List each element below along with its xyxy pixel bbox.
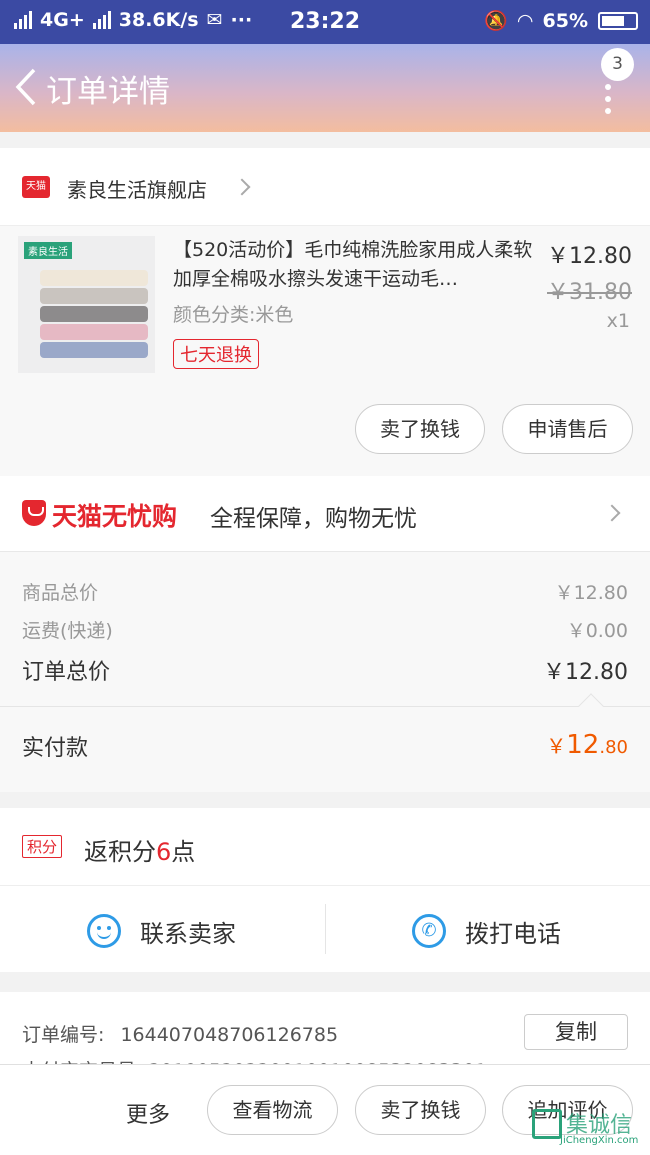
order-number-value: 164407048706126785: [120, 1024, 339, 1046]
tmall-logo-icon: 天猫: [22, 176, 50, 198]
bottom-action-bar: 更多 查看物流 卖了换钱 追加评价 集诚信 JiChengXin.com: [0, 1064, 650, 1155]
chevron-right-icon: [233, 178, 251, 196]
chat-face-icon: [87, 914, 121, 948]
watermark-subtext: JiChengXin.com: [560, 1135, 639, 1146]
shipping-value: ￥0.00: [566, 620, 628, 642]
view-logistics-button[interactable]: 查看物流: [207, 1085, 338, 1135]
product-price: ￥12.80: [547, 244, 632, 269]
caret-up-icon: [578, 693, 604, 719]
shield-icon: [22, 500, 46, 526]
wifi-icon: ◠: [517, 9, 533, 32]
paid-currency: ￥: [546, 734, 567, 758]
points-suffix: 点: [171, 838, 196, 866]
assurance-text: 全程保障，购物无忧: [210, 506, 417, 532]
message-badge[interactable]: 3: [601, 48, 634, 81]
assurance-brand: 天猫无忧购: [52, 502, 178, 531]
mute-icon: 🔕: [484, 10, 508, 32]
subtotal-value: ￥12.80: [554, 582, 628, 604]
sell-for-cash-bottom-button[interactable]: 卖了换钱: [355, 1085, 486, 1135]
divider: [325, 904, 326, 954]
order-total-value: ￥12.80: [543, 660, 628, 685]
points-tag: 积分: [22, 835, 63, 858]
after-sale-button[interactable]: 申请售后: [502, 404, 633, 454]
product-name: 【520活动价】毛巾纯棉洗脸家用成人柔软加厚全棉吸水擦头发速干运动毛…: [173, 239, 533, 290]
order-number-label: 订单编号:: [22, 1024, 105, 1046]
price-summary: 商品总价 ￥12.80 运费(快递) ￥0.00 订单总价 ￥12.80 实付款…: [0, 552, 650, 792]
points-text: 返积分6点: [84, 832, 195, 867]
back-icon[interactable]: [10, 64, 46, 110]
sell-for-cash-button[interactable]: 卖了换钱: [355, 404, 485, 454]
status-bar: 4G+ 38.6K/s ✉ ··· 23:22 🔕 ◠ 65%: [0, 0, 650, 44]
more-options-icon[interactable]: [604, 84, 612, 116]
return-policy-tag: 七天退换: [173, 339, 259, 369]
shop-name: 素良生活旗舰店: [67, 178, 207, 202]
points-row: 积分 返积分6点: [0, 808, 650, 886]
points-prefix: 返积分: [84, 838, 156, 866]
more-button[interactable]: 更多: [126, 1097, 170, 1129]
order-info: 订单编号: 164407048706126785 复制 支付宝交易号: 2019…: [0, 992, 650, 1082]
points-value: 6: [156, 838, 172, 866]
order-total-label: 订单总价: [22, 660, 111, 685]
phone-icon: ✆: [412, 914, 446, 948]
divider: [0, 706, 650, 707]
contact-row: 联系卖家 ✆ 拨打电话: [0, 886, 650, 972]
battery-percent: 65%: [542, 9, 588, 32]
thumbnail-brand-tag: 素良生活: [24, 242, 72, 259]
paid-integer: 12: [566, 730, 600, 760]
product-item[interactable]: 素良生活 【520活动价】毛巾纯棉洗脸家用成人柔软加厚全棉吸水擦头发速干运动毛……: [0, 226, 650, 476]
product-thumbnail[interactable]: 素良生活: [18, 236, 155, 373]
page-title: 订单详情: [46, 74, 170, 110]
paid-label: 实付款: [22, 736, 89, 761]
paid-amount: ￥12.80: [546, 730, 628, 760]
tmall-assurance-row[interactable]: 天猫无忧购 全程保障，购物无忧: [0, 476, 650, 552]
chevron-right-icon: [603, 504, 621, 522]
product-attribute: 颜色分类:米色: [173, 304, 294, 326]
shop-row[interactable]: 天猫 素良生活旗舰店: [0, 148, 650, 226]
paid-decimal: .80: [599, 737, 628, 758]
order-number-row: 订单编号: 164407048706126785: [22, 1020, 338, 1047]
call-phone-label: 拨打电话: [465, 920, 561, 948]
battery-icon: [598, 11, 638, 30]
shipping-label: 运费(快递): [22, 620, 113, 642]
contact-seller-label: 联系卖家: [140, 920, 236, 948]
copy-button[interactable]: 复制: [524, 1014, 628, 1050]
watermark: 集诚信 JiChengXin.com: [532, 1105, 644, 1151]
product-original-price: ￥31.80: [547, 280, 632, 305]
watermark-logo-icon: [532, 1109, 562, 1139]
page-header: 订单详情 3: [0, 44, 650, 132]
product-quantity: x1: [606, 310, 630, 332]
subtotal-label: 商品总价: [22, 582, 99, 604]
